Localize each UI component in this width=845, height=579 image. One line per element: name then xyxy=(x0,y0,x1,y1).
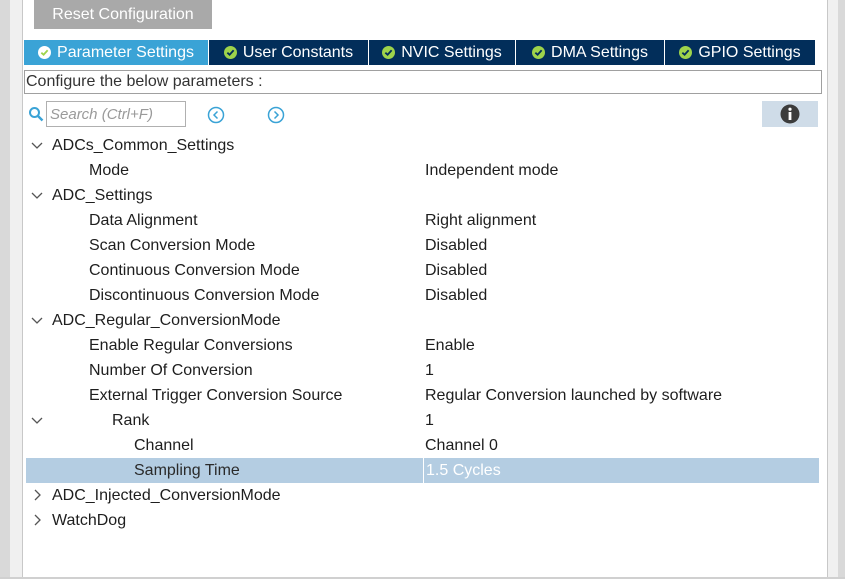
param-row-mode[interactable]: Mode Independent mode xyxy=(26,158,819,183)
param-value: Disabled xyxy=(425,237,488,254)
tree-group-adc-regular-conversionmode[interactable]: ADC_Regular_ConversionMode xyxy=(26,308,819,333)
param-name: Data Alignment xyxy=(89,212,198,229)
configure-header: Configure the below parameters : xyxy=(24,70,822,94)
chevron-down-icon[interactable] xyxy=(31,139,43,151)
param-row-scan-conversion-mode[interactable]: Scan Conversion Mode Disabled xyxy=(26,233,819,258)
param-name: Channel xyxy=(134,437,194,454)
param-row-external-trigger-conversion-source[interactable]: External Trigger Conversion Source Regul… xyxy=(26,383,819,408)
chevron-right-icon[interactable] xyxy=(31,514,43,526)
parameter-tree: ADCs_Common_Settings Mode Independent mo… xyxy=(26,133,819,533)
check-circle-icon xyxy=(532,46,546,59)
chevron-down-icon[interactable] xyxy=(31,414,43,426)
param-row-number-of-conversion[interactable]: Number Of Conversion 1 xyxy=(26,358,819,383)
check-circle-icon xyxy=(382,46,396,59)
param-value: Enable xyxy=(425,337,475,354)
param-row-channel[interactable]: Channel Channel 0 xyxy=(26,433,819,458)
tree-group-adcs-common-settings[interactable]: ADCs_Common_Settings xyxy=(26,133,819,158)
param-value: Independent mode xyxy=(425,162,559,179)
param-value: 1 xyxy=(425,362,434,379)
param-value: Channel 0 xyxy=(425,437,498,454)
tab-label: DMA Settings xyxy=(551,43,648,61)
chevron-right-icon[interactable] xyxy=(31,489,43,501)
search-icon xyxy=(29,107,44,122)
param-row-data-alignment[interactable]: Data Alignment Right alignment xyxy=(26,208,819,233)
param-name: Mode xyxy=(89,162,130,179)
param-name: Continuous Conversion Mode xyxy=(89,262,300,279)
param-name: Enable Regular Conversions xyxy=(89,337,293,354)
chevron-down-icon[interactable] xyxy=(31,314,43,326)
tab-dma-settings[interactable]: DMA Settings xyxy=(516,40,665,65)
group-label: Rank xyxy=(112,412,150,429)
tab-gpio-settings[interactable]: GPIO Settings xyxy=(665,40,815,65)
param-value: 1 xyxy=(425,412,434,429)
tab-bar: Parameter Settings User Constants NVIC S… xyxy=(24,40,815,65)
group-label: ADC_Settings xyxy=(52,187,153,204)
check-circle-icon xyxy=(679,46,693,59)
param-value: Disabled xyxy=(425,262,488,279)
param-row-enable-regular-conversions[interactable]: Enable Regular Conversions Enable xyxy=(26,333,819,358)
param-value: Right alignment xyxy=(425,212,537,229)
tree-group-adc-settings[interactable]: ADC_Settings xyxy=(26,183,819,208)
right-frame xyxy=(827,0,845,579)
group-label: ADCs_Common_Settings xyxy=(52,137,235,154)
group-label: ADC_Regular_ConversionMode xyxy=(52,312,281,329)
param-value: Regular Conversion launched by software xyxy=(425,387,723,404)
left-frame xyxy=(0,0,23,579)
param-name: External Trigger Conversion Source xyxy=(89,387,343,404)
reset-configuration-button[interactable]: Reset Configuration xyxy=(34,0,212,29)
tab-nvic-settings[interactable]: NVIC Settings xyxy=(369,40,516,65)
tab-label: NVIC Settings xyxy=(401,43,502,61)
circle-chevron-left-icon[interactable] xyxy=(207,106,225,124)
check-circle-icon xyxy=(38,46,52,59)
chevron-down-icon[interactable] xyxy=(31,189,43,201)
tab-label: User Constants xyxy=(242,43,354,61)
tab-label: GPIO Settings xyxy=(698,43,801,61)
param-name: Discontinuous Conversion Mode xyxy=(89,287,320,304)
param-value: Disabled xyxy=(425,287,488,304)
tab-label: Parameter Settings xyxy=(57,43,194,61)
param-value[interactable]: 1.5 Cycles xyxy=(423,458,501,483)
tree-group-rank[interactable]: Rank 1 xyxy=(26,408,819,433)
param-row-sampling-time[interactable]: Sampling Time 1.5 Cycles xyxy=(26,458,819,483)
param-name: Number Of Conversion xyxy=(89,362,253,379)
tree-group-watchdog[interactable]: WatchDog xyxy=(26,508,819,533)
search-input[interactable] xyxy=(46,101,186,127)
tab-parameter-settings[interactable]: Parameter Settings xyxy=(24,40,209,65)
tree-group-adc-injected-conversionmode[interactable]: ADC_Injected_ConversionMode xyxy=(26,483,819,508)
tab-user-constants[interactable]: User Constants xyxy=(209,40,369,65)
param-name: Sampling Time xyxy=(134,462,240,479)
circle-chevron-right-icon[interactable] xyxy=(267,106,285,124)
group-label: WatchDog xyxy=(52,512,127,529)
param-row-continuous-conversion-mode[interactable]: Continuous Conversion Mode Disabled xyxy=(26,258,819,283)
param-row-discontinuous-conversion-mode[interactable]: Discontinuous Conversion Mode Disabled xyxy=(26,283,819,308)
param-name: Scan Conversion Mode xyxy=(89,237,256,254)
check-circle-icon xyxy=(223,46,237,59)
group-label: ADC_Injected_ConversionMode xyxy=(52,487,281,504)
info-icon xyxy=(780,104,800,124)
info-button[interactable] xyxy=(762,101,818,127)
